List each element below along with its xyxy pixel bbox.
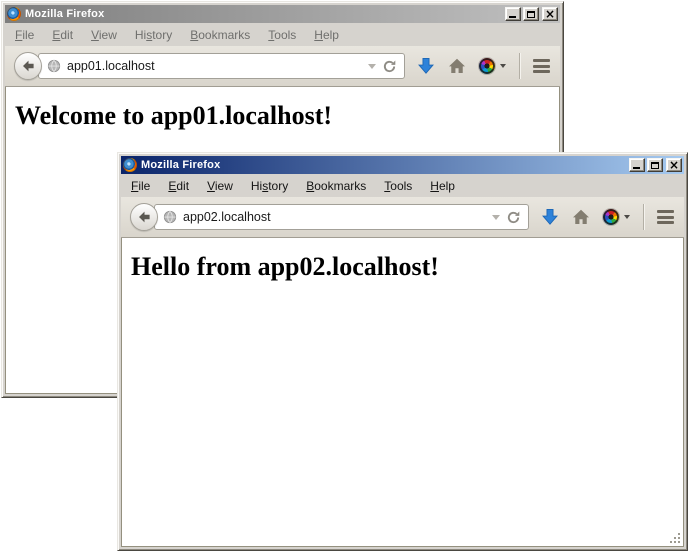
hamburger-menu-icon[interactable] bbox=[657, 210, 674, 224]
navigation-toolbar: app01.localhost bbox=[5, 46, 560, 87]
toolbar-buttons bbox=[541, 204, 674, 230]
minimize-icon bbox=[509, 16, 516, 18]
navigation-toolbar: app02.localhost bbox=[121, 197, 684, 238]
back-button[interactable] bbox=[130, 203, 158, 231]
menu-help[interactable]: Help bbox=[421, 176, 464, 196]
menu-file[interactable]: File bbox=[6, 25, 43, 45]
color-wheel-icon bbox=[479, 58, 495, 74]
minimize-icon bbox=[633, 167, 640, 169]
menu-bar: File Edit View History Bookmarks Tools H… bbox=[121, 174, 684, 197]
close-button[interactable]: × bbox=[666, 158, 682, 172]
colorwheel-addon-icon[interactable] bbox=[603, 209, 630, 225]
menu-history[interactable]: History bbox=[126, 25, 181, 45]
close-icon: × bbox=[669, 160, 679, 170]
site-globe-icon bbox=[163, 210, 177, 224]
maximize-button[interactable] bbox=[523, 7, 539, 21]
titlebar[interactable]: Mozilla Firefox × bbox=[121, 156, 684, 174]
back-arrow-icon bbox=[21, 59, 35, 73]
toolbar-separator bbox=[643, 204, 644, 230]
color-wheel-icon bbox=[603, 209, 619, 225]
window-title: Mozilla Firefox bbox=[141, 159, 220, 171]
download-icon[interactable] bbox=[417, 57, 435, 75]
reload-icon[interactable] bbox=[506, 210, 521, 225]
page-heading: Welcome to app01.localhost! bbox=[15, 101, 559, 131]
resize-grip-icon[interactable] bbox=[668, 531, 682, 545]
home-icon[interactable] bbox=[572, 208, 590, 226]
page-heading: Hello from app02.localhost! bbox=[131, 252, 683, 282]
window-title: Mozilla Firefox bbox=[25, 8, 104, 20]
chevron-down-icon bbox=[500, 64, 506, 68]
window-controls: × bbox=[629, 158, 682, 172]
page-content: Hello from app02.localhost! bbox=[121, 238, 684, 547]
url-text: app01.localhost bbox=[67, 59, 155, 73]
site-globe-icon bbox=[47, 59, 61, 73]
minimize-button[interactable] bbox=[505, 7, 521, 21]
url-bar[interactable]: app02.localhost bbox=[154, 204, 529, 230]
menu-tools[interactable]: Tools bbox=[259, 25, 305, 45]
home-icon[interactable] bbox=[448, 57, 466, 75]
menu-bar: File Edit View History Bookmarks Tools H… bbox=[5, 23, 560, 46]
close-icon: × bbox=[545, 9, 555, 19]
toolbar-separator bbox=[519, 53, 520, 79]
hamburger-menu-icon[interactable] bbox=[533, 59, 550, 73]
browser-window-app02: Mozilla Firefox × File Edit View History… bbox=[117, 152, 688, 551]
maximize-icon bbox=[651, 162, 659, 169]
menu-edit[interactable]: Edit bbox=[43, 25, 82, 45]
menu-file[interactable]: File bbox=[122, 176, 159, 196]
menu-bookmarks[interactable]: Bookmarks bbox=[181, 25, 259, 45]
maximize-button[interactable] bbox=[647, 158, 663, 172]
menu-view[interactable]: View bbox=[82, 25, 126, 45]
menu-history[interactable]: History bbox=[242, 176, 297, 196]
back-arrow-icon bbox=[137, 210, 151, 224]
firefox-icon bbox=[123, 158, 137, 172]
menu-help[interactable]: Help bbox=[305, 25, 348, 45]
minimize-button[interactable] bbox=[629, 158, 645, 172]
titlebar[interactable]: Mozilla Firefox × bbox=[5, 5, 560, 23]
close-button[interactable]: × bbox=[542, 7, 558, 21]
menu-tools[interactable]: Tools bbox=[375, 176, 421, 196]
maximize-icon bbox=[527, 11, 535, 18]
url-bar[interactable]: app01.localhost bbox=[38, 53, 405, 79]
menu-bookmarks[interactable]: Bookmarks bbox=[297, 176, 375, 196]
url-dropdown-icon[interactable] bbox=[492, 215, 500, 220]
back-button[interactable] bbox=[14, 52, 42, 80]
menu-view[interactable]: View bbox=[198, 176, 242, 196]
window-controls: × bbox=[505, 7, 558, 21]
reload-icon[interactable] bbox=[382, 59, 397, 74]
firefox-icon bbox=[7, 7, 21, 21]
url-dropdown-icon[interactable] bbox=[368, 64, 376, 69]
colorwheel-addon-icon[interactable] bbox=[479, 58, 506, 74]
download-icon[interactable] bbox=[541, 208, 559, 226]
toolbar-buttons bbox=[417, 53, 550, 79]
url-text: app02.localhost bbox=[183, 210, 271, 224]
menu-edit[interactable]: Edit bbox=[159, 176, 198, 196]
chevron-down-icon bbox=[624, 215, 630, 219]
